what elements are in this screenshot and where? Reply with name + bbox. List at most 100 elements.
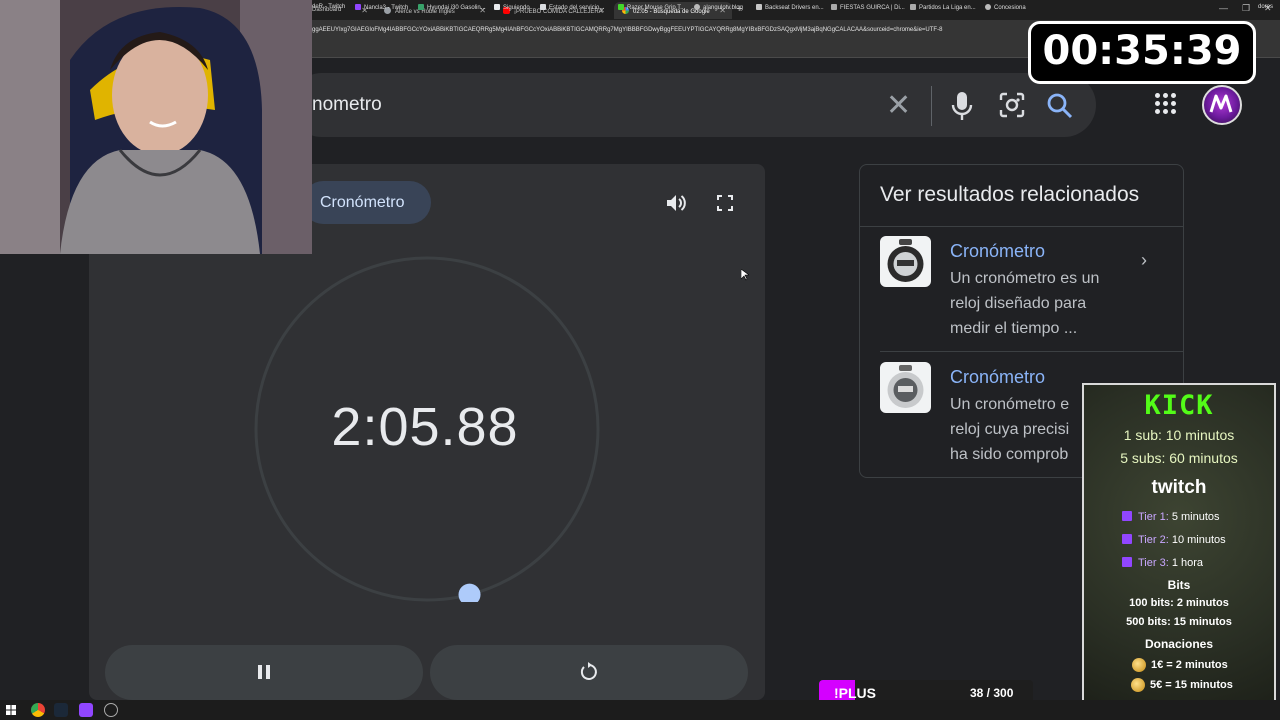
related-item-description: Un cronómetro e reloj cuya precisi ha si… — [950, 396, 1070, 463]
chrome-taskbar-icon[interactable] — [31, 703, 45, 717]
tier-row: Tier 2: 10 minutos — [1122, 534, 1226, 546]
donation-1: 1€ = 2 minutos — [1151, 659, 1228, 671]
plus-count: 38 / 300 — [970, 686, 1014, 700]
globe-icon — [985, 4, 991, 10]
windows-start-icon[interactable] — [6, 705, 16, 715]
bookmark-label: alangulotv.blog — [703, 5, 743, 11]
tier-row: Tier 3: 1 hora — [1122, 557, 1203, 569]
page-icon — [831, 4, 837, 10]
stopwatch-image-icon — [887, 365, 924, 408]
bits-500: 500 bits: 15 minutos — [1126, 616, 1232, 628]
bookmark-label: Hyundai i30 Gasolin... — [427, 5, 486, 11]
x-icon — [494, 4, 500, 10]
reset-icon — [580, 662, 597, 680]
twitch-icon — [1122, 557, 1132, 567]
pause-icon — [258, 665, 270, 679]
divider — [860, 226, 1183, 227]
bookmark-label: Partidos La Liga en... — [919, 5, 976, 11]
related-results-title: Ver resultados relacionados — [880, 183, 1140, 206]
page-icon — [910, 4, 916, 10]
plus-label: !PLUS — [834, 685, 876, 701]
stream-timer: 00:35:39 — [1042, 28, 1242, 74]
bookmark-item[interactable]: deR - Twitch — [312, 4, 345, 10]
coin-icon — [1131, 678, 1145, 692]
bookmark-label: Concesiona — [994, 5, 1026, 11]
steam-taskbar-icon[interactable] — [54, 703, 68, 717]
page-icon — [540, 4, 546, 10]
bookmark-label: Nancla3 - Twitch — [364, 5, 409, 11]
tier-name: Tier 2: — [1138, 534, 1169, 546]
divider — [880, 351, 1183, 352]
stopwatch-time: 2:05.88 — [331, 397, 519, 457]
chevron-right-icon[interactable]: › — [1141, 250, 1147, 271]
url-text[interactable]: ggAEEUYIxg7GIAEGIoFMg4IABBFGCcYOxiABBiKB… — [312, 27, 942, 33]
tier-value: 1 hora — [1171, 557, 1204, 569]
bookmark-item[interactable]: dores — [1258, 4, 1273, 10]
search-input[interactable]: nometro — [312, 94, 382, 116]
twitch-icon — [355, 4, 361, 10]
minimize-icon[interactable]: — — [1219, 3, 1228, 13]
twitch-icon — [1122, 511, 1132, 521]
volume-icon[interactable] — [665, 193, 687, 213]
fullscreen-icon[interactable] — [717, 195, 733, 211]
bits-100: 100 bits: 2 minutos — [1129, 597, 1229, 609]
mouse-cursor-icon — [741, 269, 749, 281]
related-item-description: Un cronómetro es un reloj diseñado para … — [950, 270, 1100, 337]
tier-row: Tier 1: 5 minutos — [1122, 511, 1220, 523]
donations-title: Donaciones — [1144, 637, 1213, 651]
page-icon — [418, 4, 424, 10]
restore-icon[interactable]: ❐ — [1242, 3, 1250, 14]
bookmark-item[interactable]: Partidos La Liga en... — [910, 4, 976, 11]
bookmark-label: Backseat Drivers en... — [765, 5, 824, 11]
bookmark-label: deR - Twitch — [312, 4, 346, 10]
stopwatch-image-icon — [887, 239, 924, 282]
microphone-icon[interactable] — [950, 90, 974, 122]
clear-search-icon[interactable]: ✕ — [886, 88, 911, 123]
related-item-thumbnail[interactable] — [880, 362, 931, 413]
tier-name: Tier 1: — [1138, 511, 1169, 523]
bookmark-item[interactable]: Backseat Drivers en... — [756, 4, 824, 11]
tab-stopwatch-label: Cronómetro — [320, 194, 405, 211]
twitch-icon — [1122, 534, 1132, 544]
tier-name: Tier 3: — [1138, 557, 1169, 569]
bookmark-item[interactable]: Razer Mouse Grip T... — [618, 4, 685, 11]
bookmark-label: FIESTAS GUIRCA | Di... — [840, 5, 905, 11]
razer-icon — [618, 4, 624, 10]
tier-value: 10 minutos — [1171, 534, 1226, 546]
related-item-thumbnail[interactable] — [880, 236, 931, 287]
bookmark-label: Siguiendo — [503, 5, 530, 11]
bookmark-item[interactable]: Hyundai i30 Gasolin... — [418, 4, 486, 11]
bookmark-label: Estado del servicio... — [549, 5, 605, 11]
app-taskbar-icon[interactable] — [79, 703, 93, 717]
bookmark-label: Razer Mouse Grip T... — [627, 5, 686, 11]
twitch-logo: twitch — [1151, 477, 1207, 498]
app-taskbar-icon[interactable] — [104, 703, 118, 717]
search-box[interactable] — [290, 73, 1096, 137]
bookmark-item[interactable]: Nancla3 - Twitch — [355, 4, 408, 11]
webcam-overlay — [0, 0, 312, 254]
tier-value: 5 minutos — [1171, 511, 1220, 523]
kick-sub1: 1 sub: 10 minutos — [1123, 427, 1235, 443]
bookmark-label: dores — [1258, 4, 1274, 10]
bits-title: Bits — [1167, 578, 1191, 592]
taskbar — [0, 700, 1280, 720]
lens-icon[interactable] — [998, 91, 1026, 119]
kick-logo: KICK — [1144, 390, 1214, 421]
avatar-logo-icon — [1209, 94, 1233, 113]
bookmark-item[interactable]: Estado del servicio... — [540, 4, 604, 11]
bookmark-item[interactable]: Siguiendo — [494, 4, 530, 11]
page-icon — [756, 4, 762, 10]
kick-sub5: 5 subs: 60 minutos — [1120, 450, 1238, 466]
donation-5: 5€ = 15 minutos — [1150, 679, 1233, 691]
bookmark-item[interactable]: Concesiona — [985, 4, 1026, 11]
related-item-title[interactable]: Cronómetro — [950, 367, 1045, 388]
coin-icon — [1132, 658, 1146, 672]
bookmark-item[interactable]: alangulotv.blog — [694, 4, 743, 11]
search-icon[interactable] — [1046, 92, 1074, 120]
dial-knob[interactable] — [458, 583, 481, 602]
related-item-title[interactable]: Cronómetro — [950, 241, 1045, 262]
globe-icon — [694, 4, 700, 10]
webcam-image — [0, 0, 312, 254]
search-divider — [931, 86, 932, 126]
bookmark-item[interactable]: FIESTAS GUIRCA | Di... — [831, 4, 905, 11]
